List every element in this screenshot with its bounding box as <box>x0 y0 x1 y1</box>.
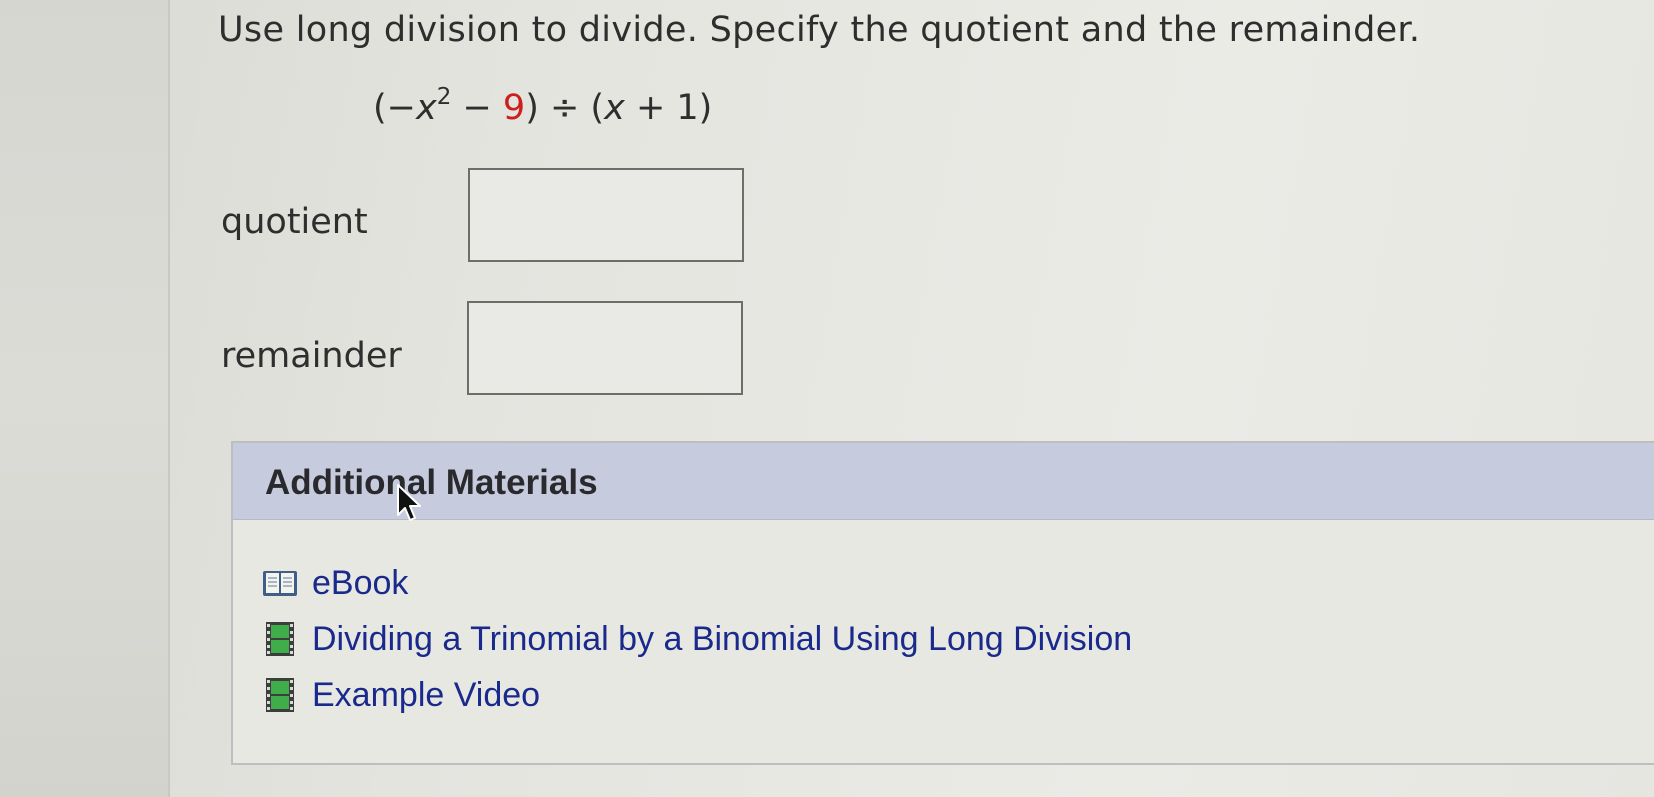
remainder-label: remainder <box>221 336 402 376</box>
expression-variable-x: x <box>415 88 437 128</box>
expression-divisor-tail: + 1) <box>624 88 713 128</box>
expression-divide: ) ÷ ( <box>525 88 605 128</box>
expression-constant: 9 <box>502 88 526 128</box>
quotient-label: quotient <box>221 202 368 242</box>
remainder-input[interactable] <box>467 301 743 395</box>
division-expression: (−x2 − 9) ÷ (x + 1) <box>373 86 713 129</box>
resource-label[interactable]: Dividing a Trinomial by a Binomial Using… <box>312 620 1132 659</box>
expression-divisor-variable: x <box>604 88 625 128</box>
resource-label[interactable]: eBook <box>312 564 408 603</box>
mouse-cursor-icon <box>395 483 427 525</box>
additional-materials-title: Additional Materials <box>265 463 598 502</box>
additional-materials-panel: Additional Materials eBook Dividing a Tr… <box>231 441 1654 765</box>
film-icon <box>261 676 299 714</box>
expression-open: (− <box>373 88 416 128</box>
resource-dividing-trinomial-video[interactable]: Dividing a Trinomial by a Binomial Using… <box>261 617 1132 661</box>
resource-ebook[interactable]: eBook <box>261 561 408 605</box>
expression-minus: − <box>451 88 503 128</box>
book-icon <box>261 564 299 602</box>
quotient-input[interactable] <box>468 168 744 262</box>
film-icon <box>261 620 299 658</box>
resource-label[interactable]: Example Video <box>312 676 540 715</box>
expression-exponent: 2 <box>436 84 452 110</box>
gutter-divider <box>168 0 170 797</box>
question-prompt: Use long division to divide. Specify the… <box>218 10 1421 50</box>
resource-example-video[interactable]: Example Video <box>261 673 540 717</box>
left-gutter <box>0 0 168 797</box>
additional-materials-header: Additional Materials <box>233 443 1654 520</box>
